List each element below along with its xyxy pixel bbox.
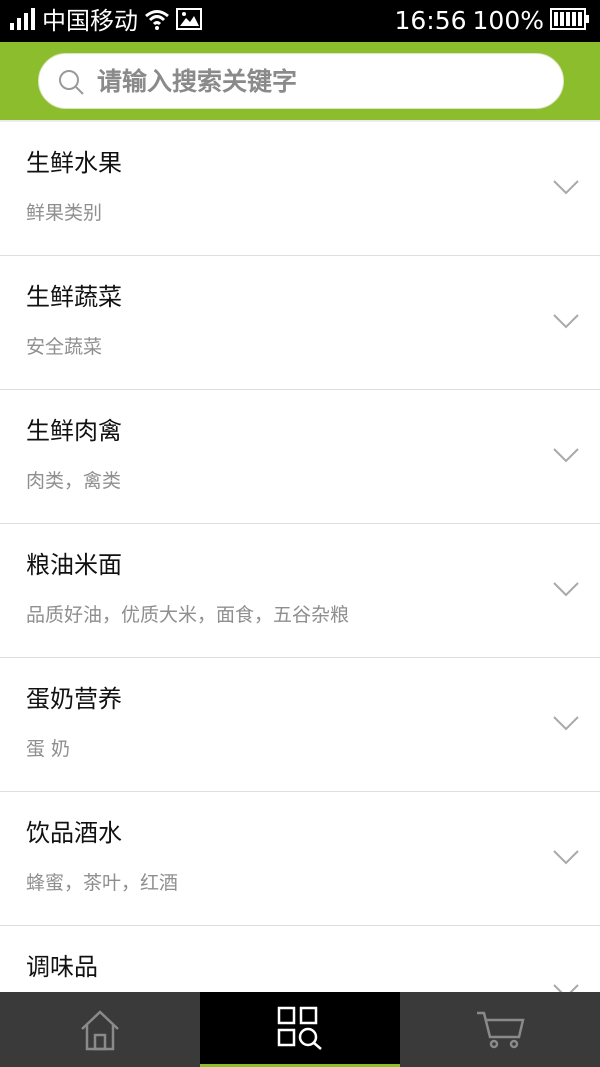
status-left: 中国移动 — [10, 0, 202, 42]
category-title: 蛋奶营养 — [26, 685, 122, 713]
category-item-fresh-fruit[interactable]: 生鲜水果 鲜果类别 — [0, 122, 600, 256]
carrier-name: 中国移动 — [42, 7, 138, 35]
search-box[interactable] — [38, 53, 564, 109]
status-bar: 中国移动 16:56 100% — [0, 0, 600, 42]
tab-home[interactable] — [0, 992, 200, 1067]
battery-percent: 100% — [472, 6, 544, 35]
category-title: 饮品酒水 — [26, 819, 122, 847]
signal-icon — [10, 8, 36, 34]
app-page: 中国移动 16:56 100% 请输入搜索关键字 生鲜水果 鲜果类别 生鲜蔬菜 … — [0, 0, 600, 1067]
chevron-down-icon[interactable] — [552, 178, 580, 196]
home-icon — [81, 1009, 119, 1050]
bottom-tab-bar — [0, 992, 600, 1067]
tab-cart[interactable] — [400, 992, 600, 1067]
category-list: 生鲜水果 鲜果类别 生鲜蔬菜 安全蔬菜 生鲜肉禽 肉类，禽类 粮油米面 品质好油… — [0, 122, 600, 1060]
clock-time: 16:56 — [394, 6, 467, 35]
cart-icon — [477, 1011, 525, 1048]
category-title: 生鲜水果 — [26, 149, 122, 177]
search-icon — [57, 68, 85, 96]
category-title: 调味品 — [26, 953, 98, 981]
category-item-egg-dairy[interactable]: 蛋奶营养 蛋 奶 — [0, 658, 600, 792]
category-item-drinks[interactable]: 饮品酒水 蜂蜜，茶叶，红酒 — [0, 792, 600, 926]
gallery-notification-icon — [176, 8, 202, 34]
chevron-down-icon[interactable] — [552, 848, 580, 866]
category-subtitle: 肉类，禽类 — [26, 470, 122, 492]
search-header — [0, 42, 600, 120]
category-title: 生鲜肉禽 — [26, 417, 122, 445]
wifi-icon — [144, 8, 170, 34]
category-subtitle: 蜂蜜，茶叶，红酒 — [26, 872, 179, 894]
category-item-grain-oil[interactable]: 粮油米面 品质好油，优质大米，面食，五谷杂粮 — [0, 524, 600, 658]
category-title: 粮油米面 — [26, 551, 122, 579]
battery-icon — [550, 8, 590, 34]
category-title: 生鲜蔬菜 — [26, 283, 122, 311]
category-subtitle: 安全蔬菜 — [26, 336, 103, 358]
category-subtitle: 鲜果类别 — [26, 202, 103, 224]
status-right: 16:56 100% — [394, 0, 590, 42]
chevron-down-icon[interactable] — [552, 580, 580, 598]
chevron-down-icon[interactable] — [552, 446, 580, 464]
category-subtitle: 蛋 奶 — [26, 738, 71, 760]
category-item-fresh-meat[interactable]: 生鲜肉禽 肉类，禽类 — [0, 390, 600, 524]
tab-category[interactable] — [200, 992, 400, 1067]
category-search-icon — [277, 1006, 322, 1050]
category-item-fresh-vegetables[interactable]: 生鲜蔬菜 安全蔬菜 — [0, 256, 600, 390]
category-subtitle: 品质好油，优质大米，面食，五谷杂粮 — [26, 604, 350, 626]
search-input[interactable] — [97, 54, 537, 108]
chevron-down-icon[interactable] — [552, 714, 580, 732]
chevron-down-icon[interactable] — [552, 312, 580, 330]
